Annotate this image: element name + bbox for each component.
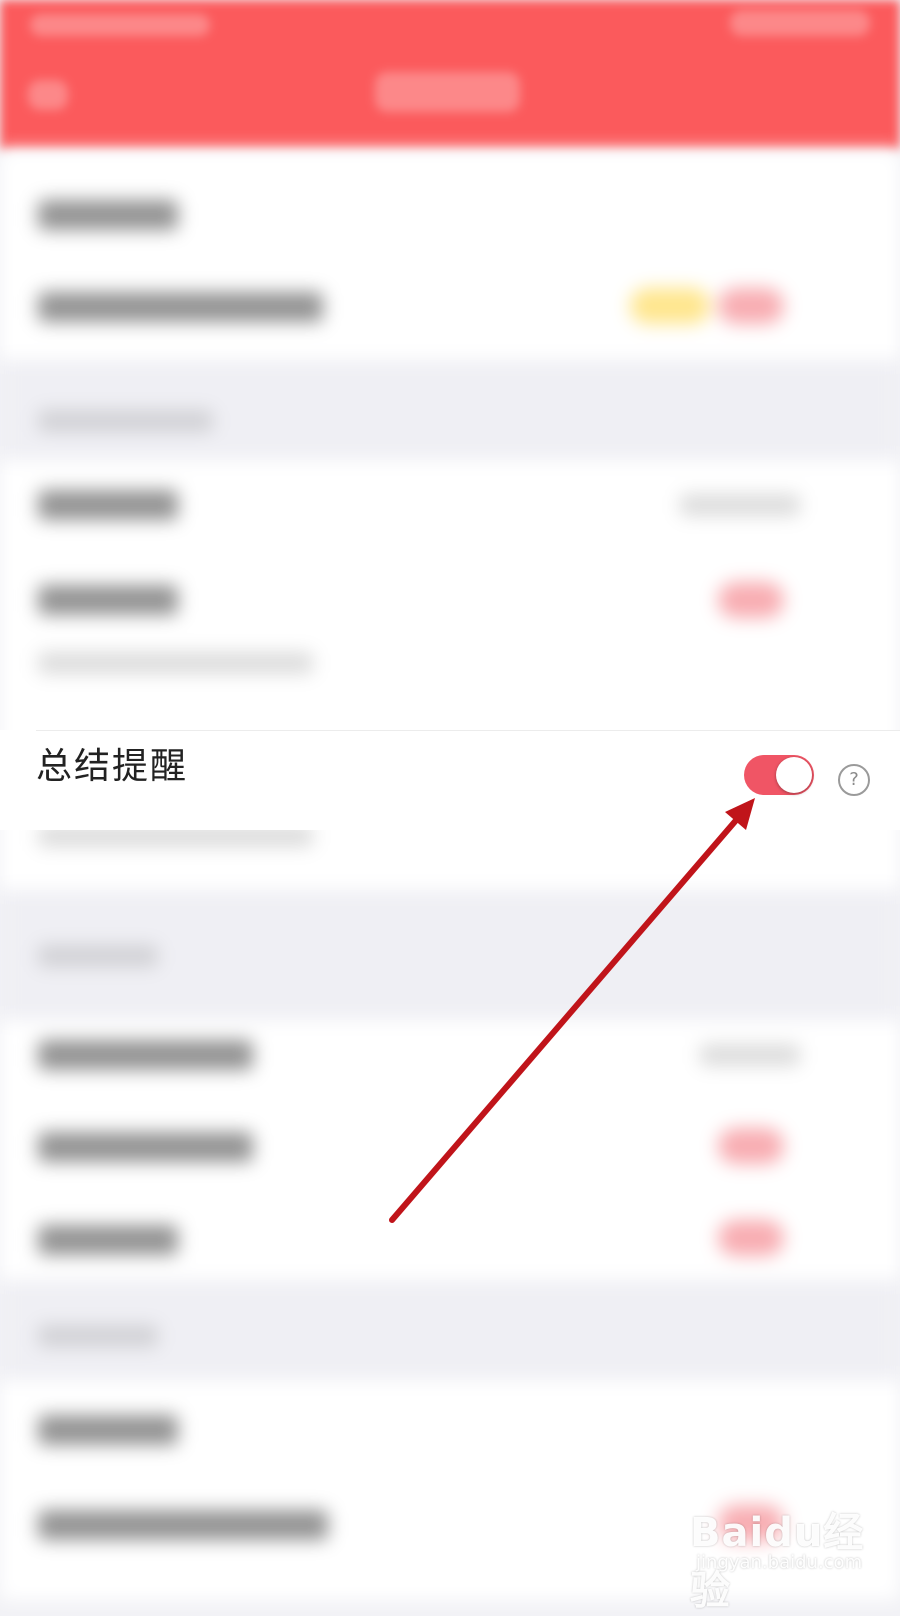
toggle-knob[interactable]: [776, 757, 812, 793]
toggle-placeholder[interactable]: [718, 1220, 784, 1256]
section-header: [0, 890, 900, 1020]
summary-reminder-toggle[interactable]: [744, 755, 814, 795]
badge-placeholder: [630, 288, 710, 324]
header-title-placeholder: [375, 72, 520, 112]
setting-value-placeholder: [700, 1044, 800, 1066]
setting-desc-placeholder: [38, 652, 313, 674]
setting-value-placeholder: [680, 494, 800, 516]
toggle-placeholder[interactable]: [718, 1128, 784, 1164]
settings-section: [0, 1020, 900, 1280]
setting-label-placeholder: [38, 585, 178, 615]
toggle-placeholder[interactable]: [718, 582, 784, 618]
baidu-watermark: Baidu经验 jingyan.baidu.com: [690, 1500, 890, 1614]
settings-section: [0, 150, 900, 360]
header-right-placeholder: [730, 10, 870, 36]
setting-label-placeholder: [38, 1415, 178, 1445]
setting-label-placeholder: [38, 1132, 253, 1162]
setting-label-placeholder: [38, 1225, 178, 1255]
row-divider: [36, 730, 900, 731]
setting-label-placeholder: [38, 1040, 253, 1070]
setting-label-placeholder: [38, 292, 323, 322]
app-header: [0, 0, 900, 150]
toggle-placeholder[interactable]: [718, 288, 784, 324]
setting-label: 总结提醒: [36, 746, 189, 787]
section-title-placeholder: [38, 1325, 158, 1347]
setting-label-placeholder: [38, 1510, 328, 1540]
header-back-placeholder[interactable]: [28, 80, 68, 110]
section-header: [0, 360, 900, 460]
help-icon[interactable]: ?: [838, 764, 870, 796]
watermark-url: jingyan.baidu.com: [696, 1552, 863, 1573]
section-title-placeholder: [38, 410, 213, 432]
setting-label-placeholder: [38, 490, 178, 520]
header-status-placeholder: [30, 14, 210, 36]
section-header: [0, 1280, 900, 1380]
section-title-placeholder: [38, 945, 158, 967]
blurred-settings-list: [0, 150, 900, 1600]
setting-label-placeholder: [38, 200, 178, 230]
